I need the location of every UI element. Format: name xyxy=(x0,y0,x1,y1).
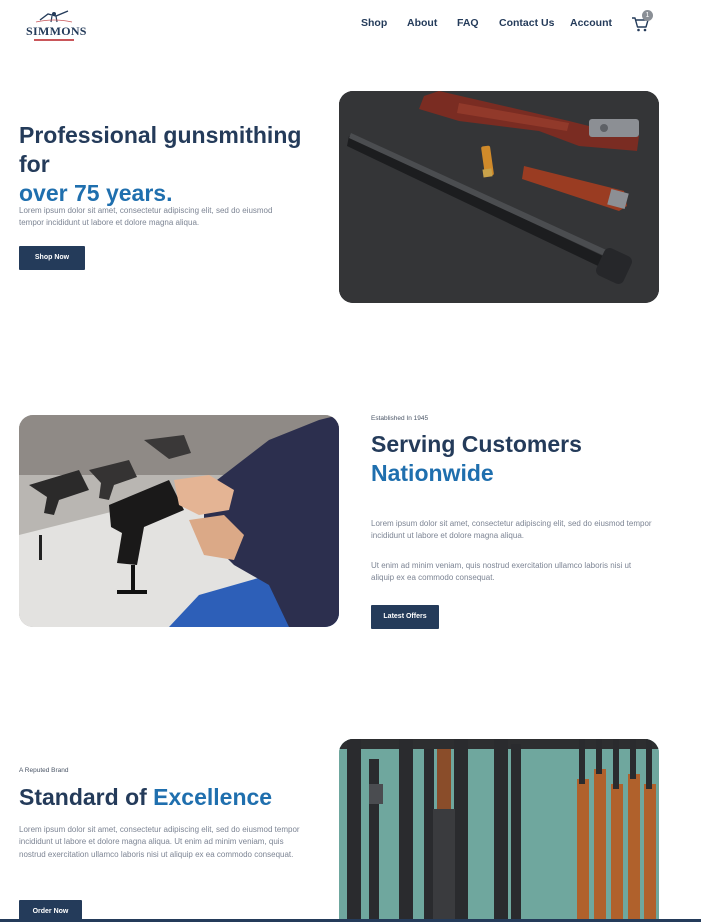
nav-item-shop[interactable]: Shop xyxy=(361,17,387,29)
brand-underline xyxy=(34,39,74,41)
shotgun-rack-illustration xyxy=(339,739,659,922)
latest-offers-button[interactable]: Latest Offers xyxy=(371,605,439,629)
shop-now-button[interactable]: Shop Now xyxy=(19,246,85,270)
excellence-title-text: Standard of xyxy=(19,784,154,810)
site-header: SIMMONS Shop About FAQ Contact Us Accoun… xyxy=(0,0,701,48)
service-title-accent: Nationwide xyxy=(371,459,494,486)
hero-image xyxy=(339,91,659,303)
nav-item-about[interactable]: About xyxy=(407,17,437,29)
excellence-eyebrow: A Reputed Brand xyxy=(19,767,69,774)
service-body-2: Ut enim ad minim veniam, quis nostrud ex… xyxy=(371,561,632,583)
service-title: Serving Customers Nationwide xyxy=(371,430,671,488)
nav-item-account[interactable]: Account xyxy=(570,17,612,29)
hero-title-accent: over 75 years. xyxy=(19,179,173,206)
excellence-title: Standard of Excellence xyxy=(19,783,339,812)
hero-title: Professional gunsmithing for over 75 yea… xyxy=(19,121,329,207)
handgun-display-illustration xyxy=(19,415,339,627)
service-eyebrow: Established In 1945 xyxy=(371,415,429,422)
main-nav: Shop About FAQ Contact Us Account xyxy=(0,17,701,33)
cart-count-badge: 1 xyxy=(642,10,653,21)
excellence-image xyxy=(339,739,659,922)
nav-item-contact[interactable]: Contact Us xyxy=(499,17,554,29)
service-title-text: Serving Customers xyxy=(371,431,582,457)
shotgun-parts-illustration xyxy=(339,91,659,303)
nav-item-faq[interactable]: FAQ xyxy=(457,17,479,29)
cart-button[interactable]: 1 xyxy=(631,10,655,34)
hero-body: Lorem ipsum dolor sit amet, consectetur … xyxy=(19,206,273,228)
service-body-1: Lorem ipsum dolor sit amet, consectetur … xyxy=(371,519,652,541)
excellence-title-accent: Excellence xyxy=(153,784,273,810)
hero-title-text: Professional gunsmithing for xyxy=(19,122,302,177)
service-image xyxy=(19,415,339,627)
excellence-body: Lorem ipsum dolor sit amet, consectetur … xyxy=(19,825,300,859)
